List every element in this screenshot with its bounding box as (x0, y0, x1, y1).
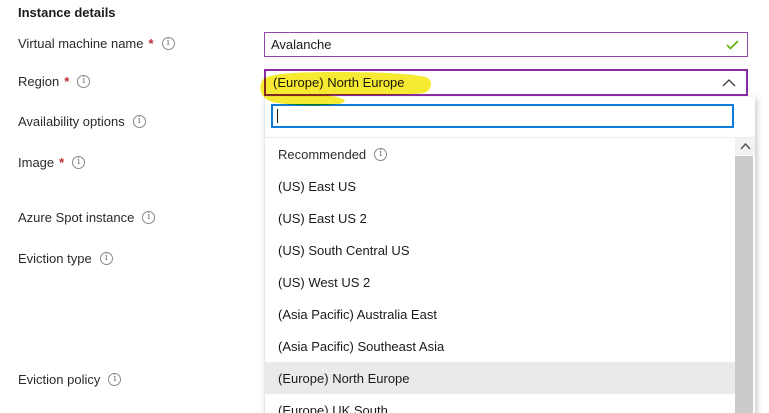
region-select[interactable]: (Europe) North Europe (264, 69, 748, 96)
region-dropdown-flyout: Recommended i (US) East US (US) East US … (264, 97, 755, 413)
azure-spot-label-row: Azure Spot instance i (18, 210, 155, 225)
create-vm-form: Instance details Virtual machine name * … (0, 0, 769, 413)
valid-checkmark-icon (726, 40, 739, 50)
info-icon[interactable]: i (72, 156, 85, 169)
image-label: Image (18, 155, 54, 170)
eviction-type-label: Eviction type (18, 251, 92, 266)
region-selected-value: (Europe) North Europe (273, 75, 405, 90)
region-option-australia-east[interactable]: (Asia Pacific) Australia East (265, 298, 735, 330)
region-option-south-central-us[interactable]: (US) South Central US (265, 234, 735, 266)
eviction-policy-label-row: Eviction policy i (18, 372, 121, 387)
section-title: Instance details (18, 5, 116, 20)
scroll-up-button[interactable] (735, 138, 755, 155)
availability-options-label: Availability options (18, 114, 125, 129)
region-option-east-us[interactable]: (US) East US (265, 170, 735, 202)
required-asterisk: * (64, 74, 69, 89)
region-search-input[interactable] (278, 106, 732, 126)
info-icon[interactable]: i (142, 211, 155, 224)
eviction-policy-label: Eviction policy (18, 372, 100, 387)
scrollbar-thumb[interactable] (735, 156, 753, 413)
region-option-west-us-2[interactable]: (US) West US 2 (265, 266, 735, 298)
required-asterisk: * (59, 155, 64, 170)
vm-name-label: Virtual machine name (18, 36, 144, 51)
vm-name-input[interactable] (265, 37, 726, 52)
vm-name-field (264, 32, 748, 57)
info-icon[interactable]: i (108, 373, 121, 386)
region-search-box (271, 104, 734, 128)
azure-spot-label: Azure Spot instance (18, 210, 134, 225)
eviction-type-label-row: Eviction type i (18, 251, 113, 266)
info-icon[interactable]: i (374, 148, 387, 161)
availability-options-label-row: Availability options i (18, 114, 146, 129)
image-label-row: Image * i (18, 155, 85, 170)
region-option-southeast-asia[interactable]: (Asia Pacific) Southeast Asia (265, 330, 735, 362)
region-option-north-europe[interactable]: (Europe) North Europe (265, 362, 735, 394)
info-icon[interactable]: i (162, 37, 175, 50)
region-group-header: Recommended i (265, 138, 735, 170)
region-option-uk-south[interactable]: (Europe) UK South (265, 394, 735, 413)
region-label-row: Region * i (18, 74, 90, 89)
required-asterisk: * (149, 36, 154, 51)
info-icon[interactable]: i (133, 115, 146, 128)
dropdown-scrollbar (735, 138, 755, 413)
vm-name-label-row: Virtual machine name * i (18, 36, 175, 51)
info-icon[interactable]: i (77, 75, 90, 88)
region-list: Recommended i (US) East US (US) East US … (265, 138, 735, 413)
region-label: Region (18, 74, 59, 89)
scroll-up-arrow-icon (740, 143, 751, 150)
region-option-east-us-2[interactable]: (US) East US 2 (265, 202, 735, 234)
chevron-up-icon (722, 79, 736, 87)
info-icon[interactable]: i (100, 252, 113, 265)
